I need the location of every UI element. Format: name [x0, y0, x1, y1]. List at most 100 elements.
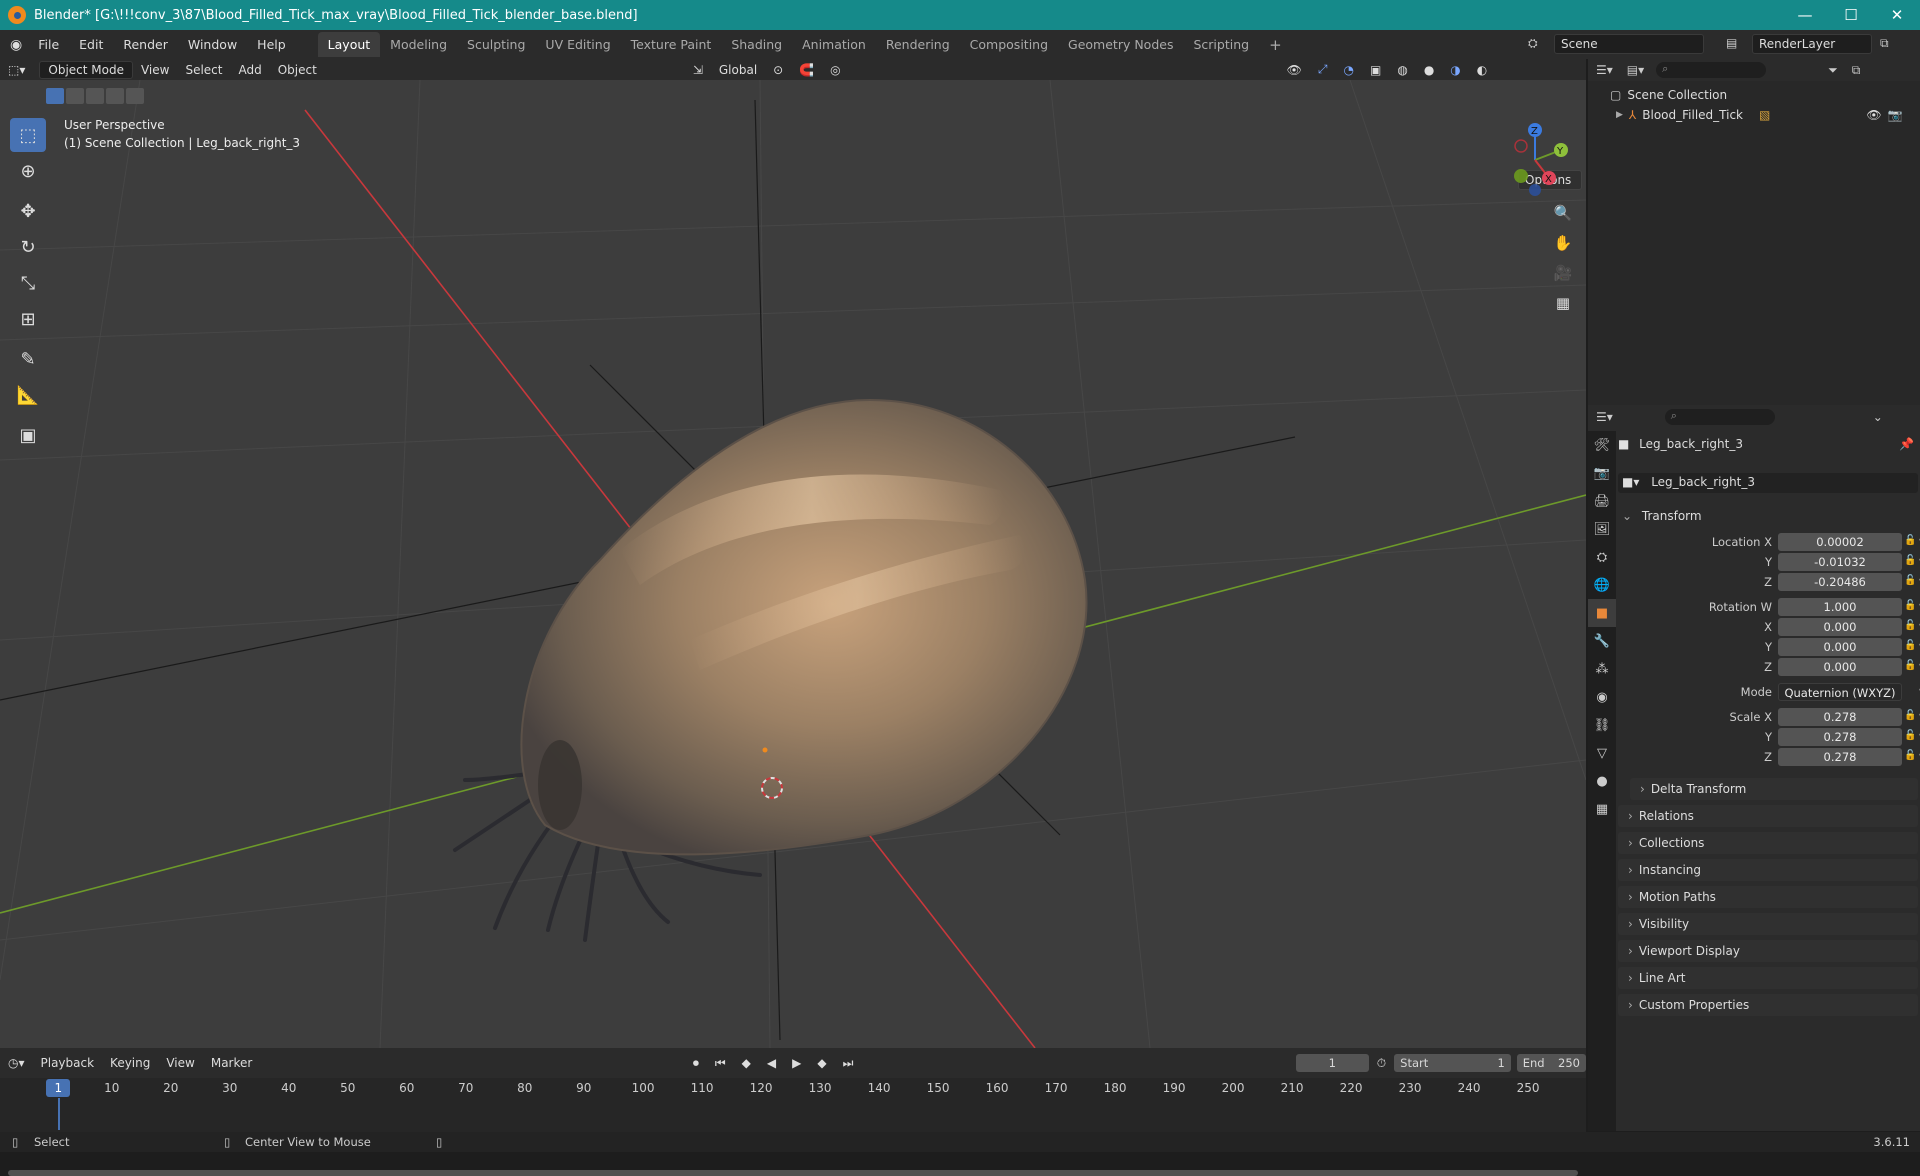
scale-tool-icon[interactable]: ⤡	[10, 266, 46, 300]
expand-chevron-icon[interactable]: ▶	[1616, 110, 1623, 120]
scale-x-field[interactable]: 0.278	[1778, 708, 1902, 726]
rotate-tool-icon[interactable]: ↻	[10, 230, 46, 264]
current-frame-field[interactable]: 1	[1295, 1054, 1369, 1072]
visibility-panel[interactable]: › Visibility	[1618, 913, 1918, 935]
object-name-field[interactable]: ■▾ Leg_back_right_3	[1618, 473, 1918, 493]
select-extend-icon[interactable]	[66, 88, 84, 104]
shading-wire-icon[interactable]: ◍	[1389, 63, 1415, 77]
pivot-icon[interactable]: ⊙	[765, 63, 791, 77]
zoom-icon[interactable]: 🔍	[1550, 200, 1576, 226]
motion-paths-panel[interactable]: › Motion Paths	[1618, 886, 1918, 908]
rotation-z-field[interactable]: 0.000	[1778, 658, 1902, 676]
ortho-grid-icon[interactable]: ▦	[1550, 290, 1576, 316]
select-subtract-icon[interactable]	[86, 88, 104, 104]
viewport-menu-view[interactable]: View	[133, 63, 177, 77]
transform-panel-header[interactable]: ⌄ Transform	[1618, 505, 1918, 527]
lock-icon[interactable]: 🔓	[1904, 640, 1916, 651]
lock-icon[interactable]: 🔓	[1904, 710, 1916, 721]
texture-tab-icon[interactable]: ▦	[1588, 795, 1616, 823]
orientation-icon[interactable]: ⇲	[685, 63, 711, 77]
end-frame-field[interactable]: End 250	[1516, 1054, 1586, 1072]
display-mode-icon[interactable]: ▤▾	[1621, 63, 1650, 77]
menu-file[interactable]: File	[28, 37, 69, 52]
play-icon[interactable]: ▶	[784, 1056, 809, 1070]
shading-material-icon[interactable]: ◑	[1442, 63, 1468, 77]
tab-scripting[interactable]: Scripting	[1183, 32, 1259, 57]
collections-panel[interactable]: › Collections	[1618, 832, 1918, 854]
select-intersect-icon[interactable]	[126, 88, 144, 104]
prev-keyframe-icon[interactable]: ◆	[734, 1056, 759, 1070]
constraints-tab-icon[interactable]: ⛓	[1588, 711, 1616, 739]
location-y-field[interactable]: -0.01032	[1778, 553, 1902, 571]
tab-animation[interactable]: Animation	[792, 32, 876, 57]
lock-icon[interactable]: 🔓	[1904, 620, 1916, 631]
lock-icon[interactable]: 🔓	[1904, 730, 1916, 741]
tab-sculpting[interactable]: Sculpting	[457, 32, 535, 57]
outliner-editor-icon[interactable]: ☰▾	[1588, 63, 1621, 77]
physics-tab-icon[interactable]: ◉	[1588, 683, 1616, 711]
instancing-panel[interactable]: › Instancing	[1618, 859, 1918, 881]
timeline-menu-playback[interactable]: Playback	[33, 1056, 103, 1070]
particles-tab-icon[interactable]: ⁂	[1588, 655, 1616, 683]
lock-icon[interactable]: 🔓	[1904, 555, 1916, 566]
render-layer-icon[interactable]: ▤	[1726, 36, 1737, 50]
lock-icon[interactable]: 🔓	[1904, 535, 1916, 546]
lock-icon[interactable]: 🔓	[1904, 575, 1916, 586]
rotation-x-field[interactable]: 0.000	[1778, 618, 1902, 636]
3d-viewport[interactable]: User Perspective (1) Scene Collection | …	[0, 80, 1586, 1048]
scale-z-field[interactable]: 0.278	[1778, 748, 1902, 766]
viewport-menu-select[interactable]: Select	[177, 63, 230, 77]
properties-editor-icon[interactable]: ☰▾	[1588, 410, 1621, 424]
lock-icon[interactable]: 🔓	[1904, 600, 1916, 611]
tab-shading[interactable]: Shading	[721, 32, 792, 57]
relations-panel[interactable]: › Relations	[1618, 805, 1918, 827]
render-camera-icon[interactable]: 📷	[1888, 108, 1903, 122]
tab-layout[interactable]: Layout	[317, 32, 381, 57]
shading-rendered-icon[interactable]: ◐	[1469, 63, 1495, 77]
pin-icon[interactable]: 📌	[1899, 437, 1914, 451]
add-cube-tool-icon[interactable]: ▣	[10, 418, 46, 452]
timeline-menu-marker[interactable]: Marker	[203, 1056, 260, 1070]
tool-tab-icon[interactable]: 🛠	[1588, 431, 1616, 459]
blender-menu-icon[interactable]: ◉	[10, 37, 22, 53]
measure-tool-icon[interactable]: 📐	[10, 378, 46, 412]
viewport-menu-object[interactable]: Object	[270, 63, 325, 77]
custom-properties-panel[interactable]: › Custom Properties	[1618, 994, 1918, 1016]
select-new-icon[interactable]	[46, 88, 64, 104]
play-reverse-icon[interactable]: ◀	[759, 1056, 784, 1070]
shading-solid-icon[interactable]: ●	[1416, 63, 1442, 77]
timeline-ruler[interactable]: 1 10 20 30 40 50 60 70 80 90 100 110 120 130 140 150 160…	[0, 1078, 1586, 1098]
outliner-item[interactable]: ▶ ⅄ Blood_Filled_Tick ▧ 👁 📷	[1588, 105, 1920, 125]
minimize-button[interactable]: —	[1782, 0, 1828, 30]
timeline-editor-icon[interactable]: ◷▾	[0, 1056, 33, 1070]
viewport-menu-add[interactable]: Add	[230, 63, 269, 77]
output-tab-icon[interactable]: 🖨	[1588, 487, 1616, 515]
timeline-menu-view[interactable]: View	[158, 1056, 202, 1070]
rotation-w-field[interactable]: 1.000	[1778, 598, 1902, 616]
tab-uv-editing[interactable]: UV Editing	[535, 32, 620, 57]
start-frame-field[interactable]: Start 1	[1394, 1054, 1511, 1072]
maximize-button[interactable]: ☐	[1828, 0, 1874, 30]
pan-hand-icon[interactable]: ✋	[1550, 230, 1576, 256]
select-invert-icon[interactable]	[106, 88, 124, 104]
annotate-tool-icon[interactable]: ✎	[10, 342, 46, 376]
tab-modeling[interactable]: Modeling	[380, 32, 457, 57]
view-layer-tab-icon[interactable]: 🖼	[1588, 515, 1616, 543]
outliner-search-icon[interactable]: ⌕	[1656, 62, 1767, 78]
select-box-tool-icon[interactable]: ⬚	[10, 118, 46, 152]
lock-icon[interactable]: 🔓	[1904, 750, 1916, 761]
scale-y-field[interactable]: 0.278	[1778, 728, 1902, 746]
stopwatch-icon[interactable]: ⏱	[1369, 1056, 1394, 1071]
viewport-display-panel[interactable]: › Viewport Display	[1618, 940, 1918, 962]
data-tab-icon[interactable]: ▽	[1588, 739, 1616, 767]
snap-icon[interactable]: 🧲	[791, 63, 822, 77]
delta-transform-panel[interactable]: › Delta Transform	[1630, 778, 1918, 800]
proportional-edit-icon[interactable]: ◎	[822, 63, 848, 77]
close-button[interactable]: ✕	[1874, 0, 1920, 30]
mode-dropdown[interactable]: Object Mode	[39, 60, 133, 79]
cursor-tool-icon[interactable]: ⊕	[10, 154, 46, 188]
navigation-gizmo[interactable]: Z Y X	[1495, 120, 1575, 200]
timeline-menu-keying[interactable]: Keying	[102, 1056, 158, 1070]
visibility-icon[interactable]: 👁	[1279, 63, 1310, 77]
new-layer-icon[interactable]: ⧉	[1880, 36, 1889, 51]
